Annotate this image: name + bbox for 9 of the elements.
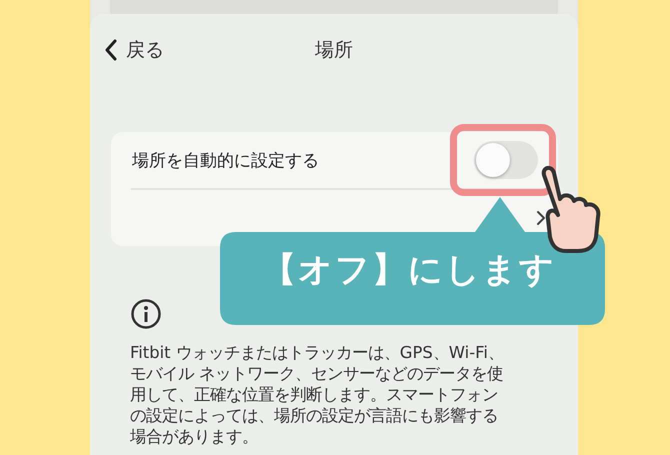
info-icon xyxy=(130,298,162,330)
back-button[interactable]: 戻る xyxy=(102,35,166,65)
callout-text: 【オフ】にします xyxy=(262,249,556,292)
info-text: Fitbit ウォッチまたはトラッカーは、GPS、Wi-Fi、モバイル ネットワーク、センサーなどのデータを使用して、正確な位置を判断します。スマートフォンの設定によっては、場所の設定が言語にも影響する場合があります。 xyxy=(130,342,505,447)
setting-label: 場所を自動的に設定する xyxy=(132,150,319,172)
screen-title: 場所 xyxy=(315,39,353,61)
toggle-switch[interactable] xyxy=(474,141,538,179)
chevron-right-icon[interactable] xyxy=(536,210,546,226)
back-chevron-icon xyxy=(104,39,118,61)
